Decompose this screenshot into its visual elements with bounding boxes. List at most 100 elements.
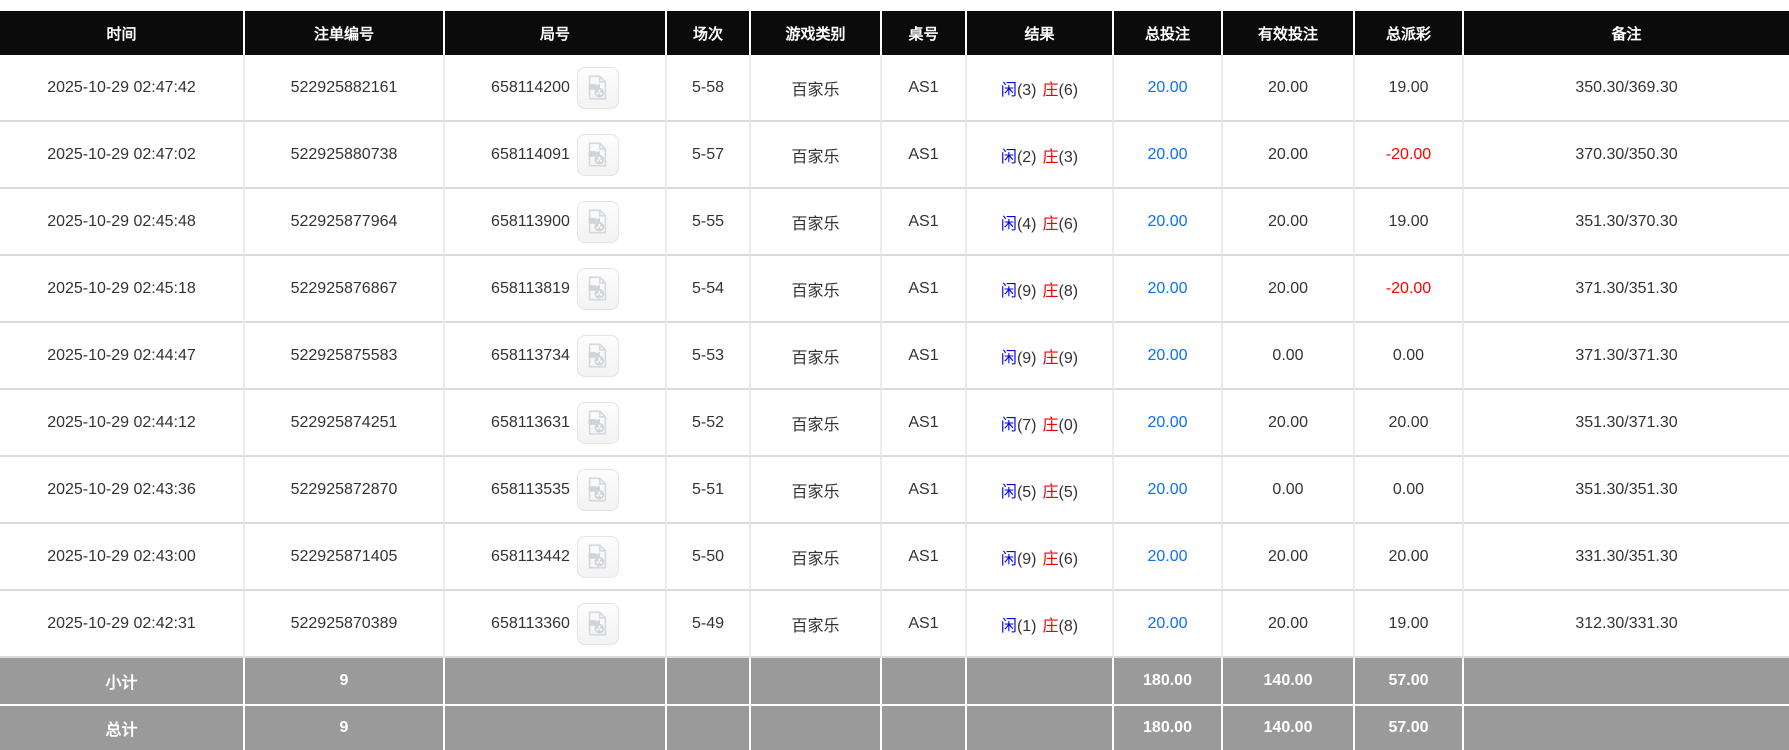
result-banker-label: 庄	[1042, 81, 1059, 99]
total-bet-link[interactable]: 20.00	[1147, 548, 1187, 565]
round-number: 658114091	[491, 145, 570, 163]
cell-remark: 312.30/331.30	[1464, 591, 1789, 658]
column-header-table-no: 桌号	[882, 11, 967, 55]
result-banker-score: (5)	[1058, 483, 1079, 501]
total-round-empty	[445, 704, 667, 750]
round-number: 658113535	[491, 480, 570, 498]
cell-valid-bet: 20.00	[1223, 524, 1355, 591]
cell-session: 5-54	[667, 256, 751, 323]
video-replay-button[interactable]	[576, 401, 619, 444]
cell-time: 2025-10-29 02:44:12	[0, 390, 245, 457]
cell-session: 5-55	[667, 189, 751, 256]
subtotal-session-empty	[667, 658, 751, 704]
total-bet-link[interactable]: 20.00	[1147, 280, 1187, 297]
cell-time: 2025-10-29 02:44:47	[0, 323, 245, 390]
cell-round-no: 658113734	[445, 323, 667, 390]
table-row: 2025-10-29 02:42:31 522925870389 6581133…	[0, 591, 1789, 658]
cell-game-type: 百家乐	[751, 524, 882, 591]
table-row: 2025-10-29 02:45:18 522925876867 6581138…	[0, 256, 1789, 323]
column-header-game-type: 游戏类别	[751, 11, 882, 55]
video-icon	[588, 343, 607, 368]
cell-valid-bet: 20.00	[1223, 122, 1355, 189]
result-player-score: (1)	[1016, 617, 1037, 635]
result-banker-score: (3)	[1058, 148, 1079, 166]
column-header-total-bet: 总投注	[1114, 11, 1223, 55]
cell-result: 闲(2) 庄(3)	[967, 122, 1114, 189]
video-replay-button[interactable]	[576, 602, 619, 645]
total-bet-link[interactable]: 20.00	[1147, 79, 1187, 96]
cell-round-no: 658113535	[445, 457, 667, 524]
cell-payout: -20.00	[1355, 256, 1464, 323]
cell-table-no: AS1	[882, 256, 967, 323]
cell-round-no: 658113819	[445, 256, 667, 323]
video-replay-button[interactable]	[576, 267, 619, 310]
bet-history-panel: 时间 注单编号 局号 场次 游戏类别 桌号 结果 总投注 有效投注 总派彩 备注…	[0, 0, 1789, 750]
cell-remark: 371.30/351.30	[1464, 256, 1789, 323]
cell-bet-id: 522925874251	[245, 390, 445, 457]
video-replay-button[interactable]	[576, 334, 619, 377]
subtotal-result-empty	[967, 658, 1114, 704]
cell-bet-id: 522925882161	[245, 55, 445, 122]
table-row: 2025-10-29 02:43:00 522925871405 6581134…	[0, 524, 1789, 591]
cell-table-no: AS1	[882, 323, 967, 390]
cell-remark: 351.30/351.30	[1464, 457, 1789, 524]
video-replay-button[interactable]	[576, 66, 619, 109]
cell-payout: 0.00	[1355, 457, 1464, 524]
cell-table-no: AS1	[882, 591, 967, 658]
column-header-valid-bet: 有效投注	[1223, 11, 1355, 55]
cell-session: 5-50	[667, 524, 751, 591]
cell-result: 闲(7) 庄(0)	[967, 390, 1114, 457]
cell-session: 5-57	[667, 122, 751, 189]
cell-table-no: AS1	[882, 457, 967, 524]
total-payout: 57.00	[1355, 704, 1464, 750]
video-icon	[588, 410, 607, 435]
column-header-bet-id: 注单编号	[245, 11, 445, 55]
video-replay-button[interactable]	[576, 535, 619, 578]
result-player-score: (9)	[1016, 349, 1037, 367]
total-bet-link[interactable]: 20.00	[1147, 414, 1187, 431]
total-bet-link[interactable]: 20.00	[1147, 347, 1187, 364]
video-icon	[588, 477, 607, 502]
result-player-score: (9)	[1016, 282, 1037, 300]
cell-round-no: 658114091	[445, 122, 667, 189]
subtotal-table-empty	[882, 658, 967, 704]
cell-bet-id: 522925875583	[245, 323, 445, 390]
result-banker-label: 庄	[1042, 617, 1059, 635]
cell-game-type: 百家乐	[751, 457, 882, 524]
cell-valid-bet: 20.00	[1223, 55, 1355, 122]
cell-remark: 351.30/370.30	[1464, 189, 1789, 256]
total-bet-link[interactable]: 20.00	[1147, 481, 1187, 498]
cell-game-type: 百家乐	[751, 256, 882, 323]
video-replay-button[interactable]	[576, 468, 619, 511]
video-icon	[588, 75, 607, 100]
cell-total-bet: 20.00	[1114, 55, 1223, 122]
table-row: 2025-10-29 02:43:36 522925872870 6581135…	[0, 457, 1789, 524]
cell-session: 5-53	[667, 323, 751, 390]
table-row: 2025-10-29 02:44:12 522925874251 6581136…	[0, 390, 1789, 457]
table-row: 2025-10-29 02:47:02 522925880738 6581140…	[0, 122, 1789, 189]
cell-game-type: 百家乐	[751, 122, 882, 189]
cell-payout: 19.00	[1355, 189, 1464, 256]
cell-game-type: 百家乐	[751, 591, 882, 658]
video-replay-button[interactable]	[576, 200, 619, 243]
result-player-label: 闲	[1000, 617, 1017, 635]
total-valid-bet: 140.00	[1223, 704, 1355, 750]
result-player-label: 闲	[1000, 148, 1017, 166]
total-remark-empty	[1464, 704, 1789, 750]
total-game-empty	[751, 704, 882, 750]
cell-valid-bet: 20.00	[1223, 390, 1355, 457]
cell-valid-bet: 0.00	[1223, 323, 1355, 390]
round-number: 658113819	[491, 279, 570, 297]
total-bet-link[interactable]: 20.00	[1147, 213, 1187, 230]
cell-bet-id: 522925870389	[245, 591, 445, 658]
video-icon	[588, 142, 607, 167]
result-player-score: (7)	[1016, 416, 1037, 434]
cell-game-type: 百家乐	[751, 390, 882, 457]
cell-total-bet: 20.00	[1114, 390, 1223, 457]
video-replay-button[interactable]	[576, 133, 619, 176]
total-bet-link[interactable]: 20.00	[1147, 615, 1187, 632]
cell-total-bet: 20.00	[1114, 122, 1223, 189]
total-bet-link[interactable]: 20.00	[1147, 146, 1187, 163]
subtotal-label: 小计	[0, 658, 245, 704]
cell-valid-bet: 0.00	[1223, 457, 1355, 524]
